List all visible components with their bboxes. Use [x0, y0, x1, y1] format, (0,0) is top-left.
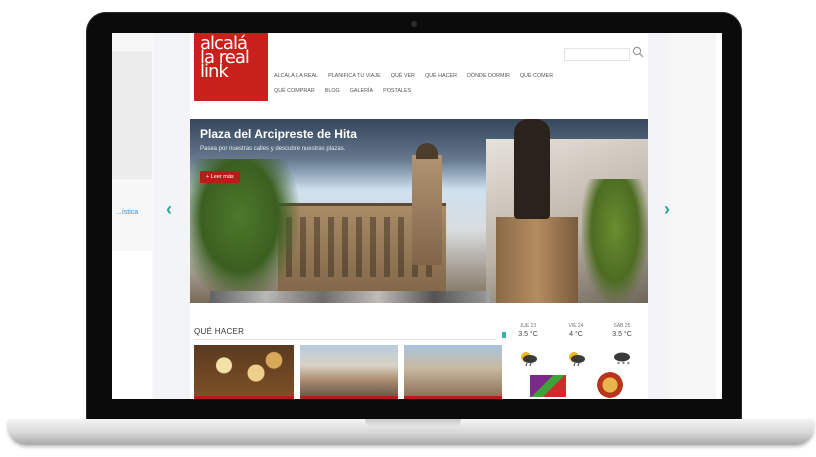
carousel-next-arrow-icon[interactable]: ›	[664, 199, 670, 220]
hero-photo-plinth	[496, 217, 578, 303]
nav-item-alcala[interactable]: ALCALÁ LA REAL	[274, 73, 318, 79]
site-logo[interactable]: alcalá la real link	[194, 33, 268, 101]
nav-item-planifica[interactable]: PLANIFICA TU VIAJE	[328, 73, 381, 79]
weather-day-label: SÁB 25	[613, 323, 631, 329]
weather-day-label: JUE 23	[519, 323, 537, 329]
weather-day-label: VIE 24	[568, 323, 584, 329]
nav-item-postales[interactable]: POSTALES	[383, 88, 411, 94]
search-icon[interactable]	[632, 46, 644, 58]
website-page: alcalá la real link ALCALÁ LA REAL PLANI…	[190, 33, 648, 399]
promo-logo[interactable]	[530, 375, 566, 397]
weather-day: VIE 24 4 °C	[556, 323, 596, 338]
hero-slider[interactable]: Plaza del Arcipreste de Hita Pasea por n…	[190, 119, 648, 303]
nav-item-galeria[interactable]: GALERÍA	[350, 88, 373, 94]
hero-photo-dome	[416, 143, 438, 159]
laptop-base	[8, 419, 814, 445]
hero-title: Plaza del Arcipreste de Hita	[200, 127, 357, 141]
main-navigation: ALCALÁ LA REAL PLANIFICA TU VIAJE QUÉ VE…	[274, 73, 644, 103]
activity-card-food[interactable]	[194, 345, 294, 399]
sidebar-link[interactable]: ...ística	[116, 208, 138, 218]
left-sidebar: ...ística	[112, 33, 154, 399]
hero-photo-statue	[514, 119, 550, 219]
nav-item-que-comprar[interactable]: QUÉ COMPRAR	[274, 88, 315, 94]
laptop-notch	[365, 419, 461, 427]
weather-day: SÁB 25 3.5 °C	[602, 323, 642, 338]
sun-rain-icon	[521, 352, 537, 367]
sun-rain-icon	[569, 352, 585, 367]
svg-text:* * *: * * *	[617, 361, 630, 367]
nav-item-que-hacer[interactable]: QUÉ HACER	[425, 73, 457, 79]
sidebar-panel	[112, 51, 152, 179]
carousel-prev-arrow-icon[interactable]: ‹	[166, 199, 172, 220]
nav-row-1: ALCALÁ LA REAL PLANIFICA TU VIAJE QUÉ VE…	[274, 73, 644, 79]
laptop-screen: ...ística ‹ › alcalá la real link ALCALÁ…	[112, 33, 722, 399]
nav-item-que-ver[interactable]: QUÉ VER	[391, 73, 415, 79]
hero-photo-tree-right	[582, 179, 648, 303]
nav-item-donde-dormir[interactable]: DÓNDE DORMIR	[467, 73, 510, 79]
weather-day: JUE 23 3.5 °C	[508, 323, 548, 338]
hero-photo-cars	[210, 291, 490, 303]
hero-photo-tower	[412, 155, 442, 265]
nav-row-2: QUÉ COMPRAR BLOG GALERÍA POSTALES	[274, 88, 644, 94]
nav-item-que-comer[interactable]: QUÉ COMER	[520, 73, 553, 79]
laptop-mockup: ...ística ‹ › alcalá la real link ALCALÁ…	[0, 0, 816, 457]
section-divider	[194, 339, 496, 340]
right-sidebar	[668, 33, 722, 399]
weather-day-temp: 4 °C	[569, 331, 583, 338]
section-title: QUÉ HACER	[194, 327, 245, 336]
promo-badge[interactable]	[594, 371, 626, 399]
weather-day-temp: 3.5 °C	[612, 331, 632, 338]
sidebar-panel-lower	[112, 251, 152, 399]
read-more-button[interactable]: + Leer más	[200, 171, 240, 183]
snow-cloud-icon: * * *	[614, 352, 630, 367]
webcam	[411, 21, 417, 27]
activity-card-tour[interactable]	[300, 345, 398, 399]
hero-subtitle: Pasea por nuestras calles y descubre nue…	[200, 146, 346, 152]
activity-card-town[interactable]	[404, 345, 502, 399]
weather-widget: JUE 23 3.5 °C VIE 24 4 °C SÁB 25 3.5 °C	[506, 319, 648, 399]
nav-item-blog[interactable]: BLOG	[325, 88, 340, 94]
sidebar-stripe	[716, 33, 722, 399]
search-input[interactable]	[564, 48, 630, 61]
weather-day-temp: 3.5 °C	[518, 331, 538, 338]
